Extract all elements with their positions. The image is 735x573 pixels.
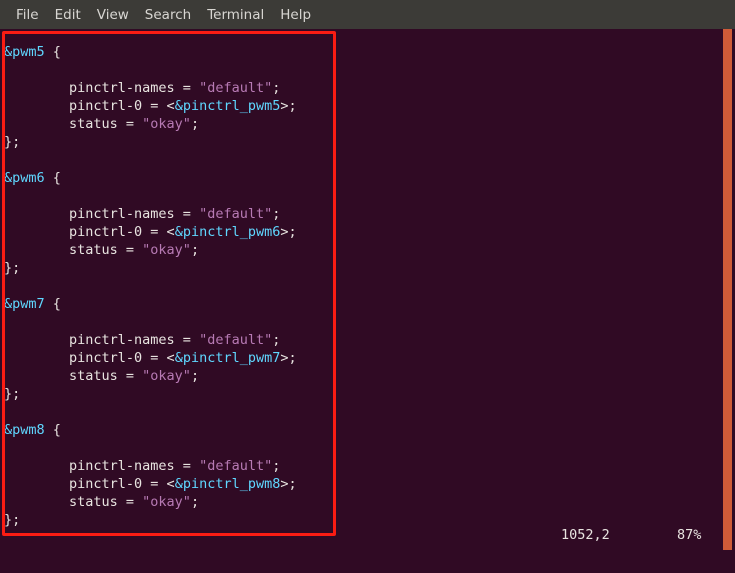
code-line: pinctrl-names = "default"; [4,79,297,97]
code-token-plain: status = [4,368,143,384]
code-token-plain: >; [280,350,297,366]
code-token-plain: ; [272,80,281,96]
code-token-node: &pwm8 [4,422,45,438]
vertical-scrollbar-thumb[interactable] [723,29,732,550]
code-token-plain: { [44,44,61,60]
code-token-node: &pwm7 [4,296,45,312]
code-token-node: &pinctrl_pwm8 [174,476,281,492]
menu-bar: File Edit View Search Terminal Help [0,0,735,29]
code-line: status = "okay"; [4,493,297,511]
cursor-position-indicator: 1052,2 [561,527,610,543]
code-token-node: &pwm6 [4,170,45,186]
code-token-plain: ; [272,458,281,474]
code-line: &pwm7 { [4,295,297,313]
menu-help[interactable]: Help [272,5,319,25]
code-token-plain: { [44,296,61,312]
editor-text-area[interactable]: &pwm5 { pinctrl-names = "default"; pinct… [4,43,297,529]
menu-search[interactable]: Search [137,5,199,25]
code-token-str: "okay" [142,494,191,510]
code-line: pinctrl-names = "default"; [4,457,297,475]
code-token-plain: pinctrl-names = [4,206,200,222]
code-line: status = "okay"; [4,241,297,259]
code-token-plain: ; [190,242,200,258]
code-token-plain: status = [4,116,143,132]
menu-edit[interactable]: Edit [47,5,89,25]
code-token-plain: pinctrl-names = [4,332,200,348]
code-token-str: "okay" [142,116,191,132]
code-token-plain: ; [190,494,200,510]
code-token-plain: pinctrl-0 = < [4,350,175,366]
code-token-plain: }; [4,134,21,150]
code-token-plain: status = [4,242,143,258]
code-token-plain: }; [4,386,21,402]
code-token-plain: ; [272,332,281,348]
code-line: pinctrl-0 = <&pinctrl_pwm6>; [4,223,297,241]
editor-status-line: 1052,2 87% [0,525,723,545]
code-token-plain: pinctrl-0 = < [4,476,175,492]
code-token-str: "default" [199,332,273,348]
code-token-plain: status = [4,494,143,510]
code-token-node: &pwm5 [4,44,45,60]
code-line: &pwm8 { [4,421,297,439]
scroll-percent-indicator: 87% [677,527,702,543]
code-line: status = "okay"; [4,367,297,385]
code-token-plain: >; [280,98,297,114]
code-token-plain: pinctrl-0 = < [4,98,175,114]
code-token-plain: ; [190,116,200,132]
menu-view[interactable]: View [89,5,137,25]
code-token-str: "okay" [142,368,191,384]
code-line: pinctrl-0 = <&pinctrl_pwm5>; [4,97,297,115]
code-token-plain: ; [272,206,281,222]
menu-file[interactable]: File [8,5,47,25]
code-line: }; [4,133,297,151]
code-line: }; [4,385,297,403]
code-token-node: &pinctrl_pwm6 [174,224,281,240]
code-token-plain: ; [190,368,200,384]
vertical-scrollbar[interactable] [723,29,735,550]
code-line: status = "okay"; [4,115,297,133]
code-token-plain: pinctrl-0 = < [4,224,175,240]
terminal-screen[interactable]: &pwm5 { pinctrl-names = "default"; pinct… [0,29,735,550]
code-token-node: &pinctrl_pwm7 [174,350,281,366]
code-line: pinctrl-0 = <&pinctrl_pwm7>; [4,349,297,367]
code-token-str: "okay" [142,242,191,258]
code-line: }; [4,259,297,277]
code-line: pinctrl-names = "default"; [4,205,297,223]
code-line: pinctrl-names = "default"; [4,331,297,349]
code-token-plain: >; [280,224,297,240]
code-line: &pwm5 { [4,43,297,61]
code-token-plain: >; [280,476,297,492]
code-token-plain: { [44,170,61,186]
code-token-str: "default" [199,206,273,222]
code-token-plain: }; [4,260,21,276]
menu-terminal[interactable]: Terminal [199,5,272,25]
code-token-plain: pinctrl-names = [4,80,200,96]
code-token-str: "default" [199,80,273,96]
code-line: pinctrl-0 = <&pinctrl_pwm8>; [4,475,297,493]
code-token-plain: pinctrl-names = [4,458,200,474]
code-line: &pwm6 { [4,169,297,187]
code-token-plain: { [44,422,61,438]
code-token-str: "default" [199,458,273,474]
code-token-node: &pinctrl_pwm5 [174,98,281,114]
